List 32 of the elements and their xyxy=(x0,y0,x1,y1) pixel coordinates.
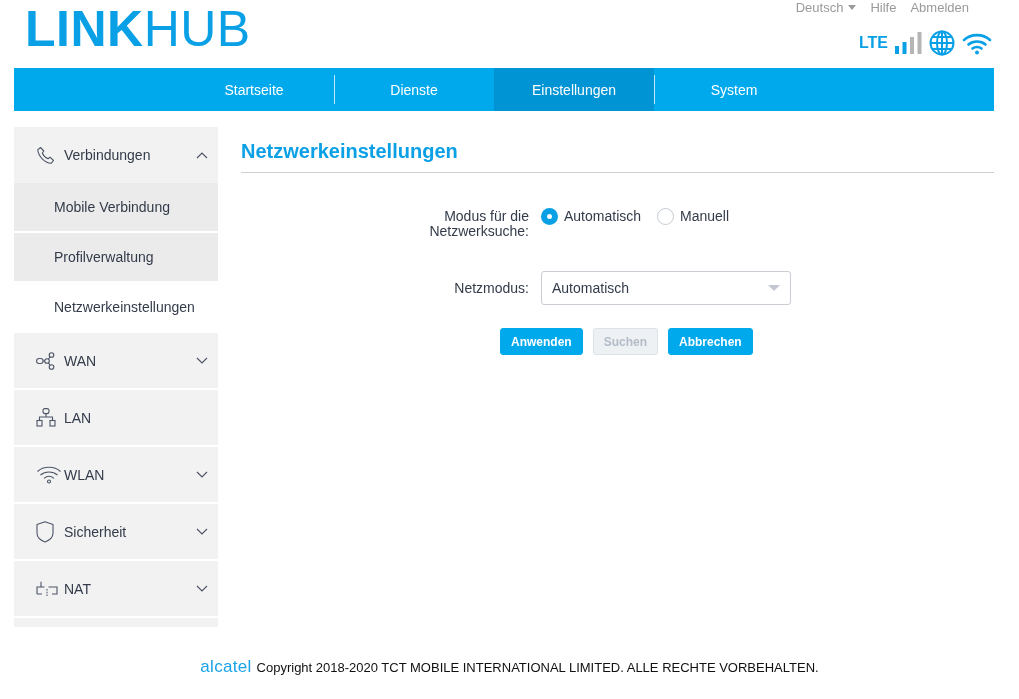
caret-icon xyxy=(768,285,780,291)
connector-icon xyxy=(36,580,58,597)
radio-circle[interactable] xyxy=(657,208,675,225)
field-label: Netzmodus: xyxy=(453,280,529,296)
radio-option[interactable]: Automatisch xyxy=(541,208,642,225)
sidebar-item[interactable]: WLAN xyxy=(14,447,218,504)
sidebar-subitem[interactable]: Mobile Verbindung xyxy=(14,183,218,233)
sidebar-subitem[interactable]: Profilverwaltung xyxy=(14,233,218,283)
sidebar-item[interactable]: Sicherheit xyxy=(14,504,218,561)
network-tree-icon xyxy=(36,408,56,427)
sidebar-subitem[interactable]: Netzwerkeinstellungen xyxy=(14,283,218,333)
sidebar-item[interactable]: NAT xyxy=(14,561,218,618)
phone-icon xyxy=(36,145,55,165)
network-type: LTE xyxy=(858,34,888,52)
alcatel-logo: alcatel xyxy=(200,657,252,677)
wifi-icon xyxy=(962,31,992,55)
sidebar-item[interactable]: LAN xyxy=(14,390,218,447)
wifi-icon xyxy=(36,465,62,484)
caret-icon xyxy=(848,5,857,10)
sidebar-item[interactable]: WAN xyxy=(14,333,218,390)
page-title: Netzwerkeinstellungen xyxy=(241,127,994,173)
linkhub-logo: LINKHUB xyxy=(25,4,251,59)
field-label: Modus für die Netzwerksuche: xyxy=(428,209,529,239)
sidebar-item[interactable]: Verbindungen xyxy=(14,127,218,183)
network-mode-select[interactable]: Automatisch xyxy=(541,271,791,305)
signal-icon xyxy=(895,32,922,54)
radio-circle[interactable] xyxy=(541,208,558,225)
globe-icon xyxy=(929,30,955,56)
radio-option[interactable]: Manuell xyxy=(657,208,730,225)
shield-icon xyxy=(36,520,54,543)
nodes-icon xyxy=(36,351,56,370)
copyright-text: Copyright 2018-2020 TCT MOBILE INTERNATIONAL LIMITED. ALLE RECHTE VORBEHALTEN. xyxy=(256,660,819,675)
